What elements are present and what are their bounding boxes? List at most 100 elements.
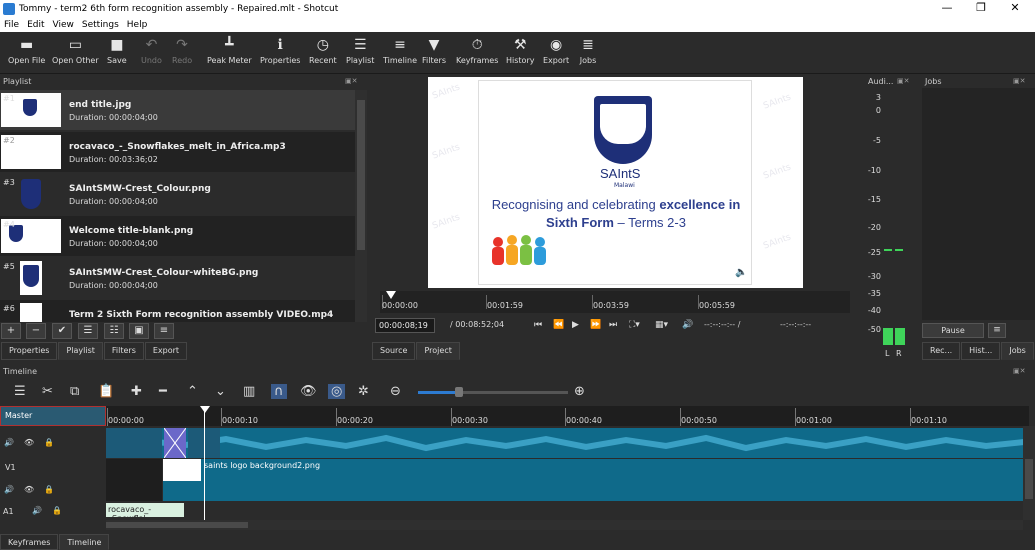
current-time-field[interactable]: 00:00:08;19	[375, 318, 435, 333]
details-view-icon[interactable]: ☰	[78, 323, 98, 339]
mute-icon[interactable]: 🔊	[32, 506, 42, 515]
recent-button[interactable]: ◷ Recent	[309, 36, 337, 65]
menu-view[interactable]: View	[49, 20, 78, 30]
open-other-button[interactable]: ▭ Open Other	[52, 36, 99, 65]
save-button[interactable]: ■ Save	[107, 36, 127, 65]
tab-filters[interactable]: Filters	[103, 342, 144, 360]
hide-icon[interactable]: 👁	[24, 485, 34, 494]
playlist-item[interactable]: #5 SAIntSMW-Crest_Colour-whiteBG.png Dur…	[0, 258, 355, 298]
timeline-menu-icon[interactable]: ☰	[14, 384, 26, 399]
playlist-item[interactable]: #1 end title.jpg Duration: 00:00:04;00	[0, 90, 355, 130]
peak-meter-button[interactable]: ┻ Peak Meter	[207, 36, 252, 65]
cut-icon[interactable]: ✂	[42, 384, 53, 399]
volume-icon[interactable]: 🔊	[682, 320, 693, 330]
timeline-playhead[interactable]	[204, 406, 205, 520]
mute-icon[interactable]: 🔊	[4, 485, 14, 494]
tab-properties[interactable]: Properties	[1, 342, 58, 360]
rewind-icon[interactable]: ⏪	[553, 320, 564, 330]
timeline-ruler[interactable]: 00:00:00 00:00:10 00:00:20 00:00:30 00:0…	[106, 406, 1029, 426]
playhead-icon[interactable]	[200, 406, 210, 413]
jobs-float-icon[interactable]: ▣✕	[1013, 77, 1025, 85]
menu-settings[interactable]: Settings	[78, 20, 123, 30]
playlist-button[interactable]: ☰ Playlist	[346, 36, 374, 65]
playlist-item[interactable]: #3 SAIntSMW-Crest_Colour.png Duration: 0…	[0, 174, 355, 214]
timeline-horizontal-scrollbar[interactable]	[106, 520, 1023, 530]
open-file-button[interactable]: ▬ Open File	[8, 36, 45, 65]
ripple-icon[interactable]: ◎	[328, 384, 346, 399]
history-button[interactable]: ⚒ History	[506, 36, 534, 65]
redo-button[interactable]: ↷ Redo	[172, 36, 192, 65]
icons-view-icon[interactable]: ▣	[129, 323, 149, 339]
minimize-icon[interactable]: —	[930, 0, 964, 17]
restore-icon[interactable]: ❐	[964, 0, 998, 17]
paste-icon[interactable]: 📋	[98, 384, 114, 399]
scrub-icon[interactable]: 👁	[300, 384, 317, 399]
zoom-out-icon[interactable]: ⊖	[390, 384, 401, 399]
playlist-item[interactable]: #6 Term 2 Sixth Form recognition assembl…	[0, 300, 355, 322]
export-button[interactable]: ◉ Export	[543, 36, 569, 65]
keyframes-button[interactable]: ⏱ Keyframes	[456, 36, 498, 65]
audio-float-icon[interactable]: ▣✕	[897, 77, 909, 85]
menu-file[interactable]: File	[0, 20, 23, 30]
timeline-tracks[interactable]: 00:00:00 00:00:10 00:00:20 00:00:30 00:0…	[106, 406, 1029, 520]
split-icon[interactable]: ▥	[243, 384, 255, 399]
properties-button[interactable]: ℹ Properties	[260, 36, 300, 65]
lift-icon[interactable]: ⌃	[187, 384, 198, 399]
grid-icon[interactable]: ▦▾	[655, 320, 668, 330]
tab-export[interactable]: Export	[144, 342, 188, 360]
hide-icon[interactable]: 👁	[24, 438, 34, 447]
remove-clip-icon[interactable]: ━	[159, 384, 167, 399]
playlist-item[interactable]: #4 Welcome title-blank.png Duration: 00:…	[0, 216, 355, 256]
video-clip[interactable]: saints logo background2.png	[163, 459, 1024, 501]
tab-recent[interactable]: Rec...	[922, 342, 961, 360]
tab-timeline[interactable]: Timeline	[59, 534, 110, 550]
playlist-float-icon[interactable]: ▣✕	[345, 77, 357, 85]
jobs-button[interactable]: ≣ Jobs	[579, 36, 597, 65]
lock-icon[interactable]: 🔒	[44, 438, 54, 447]
master-track-label[interactable]: Master	[0, 406, 106, 426]
ripple-all-icon[interactable]: ✲	[358, 384, 369, 399]
snap-icon[interactable]: ∩	[271, 384, 287, 399]
jobs-menu-icon[interactable]: ≡	[988, 323, 1006, 338]
tab-keyframes[interactable]: Keyframes	[0, 534, 59, 550]
audio-clip[interactable]: rocavaco_-_Snowflal	[106, 503, 184, 517]
append-icon[interactable]: ✚	[131, 384, 142, 399]
tab-source[interactable]: Source	[372, 342, 416, 360]
lock-icon[interactable]: 🔒	[52, 506, 62, 515]
lock-icon[interactable]: 🔒	[44, 485, 54, 494]
update-icon[interactable]: ✔	[52, 323, 72, 339]
skip-previous-icon[interactable]: ⏮	[534, 320, 542, 330]
add-icon[interactable]: +	[1, 323, 21, 339]
pause-button[interactable]: Pause	[922, 323, 984, 338]
timeline-button[interactable]: ≡ Timeline	[383, 36, 417, 65]
filters-button[interactable]: ▼ Filters	[422, 36, 446, 65]
tab-history[interactable]: Hist...	[961, 342, 1001, 360]
skip-next-icon[interactable]: ⏭	[609, 320, 617, 330]
tab-jobs[interactable]: Jobs	[1001, 342, 1034, 360]
playlist-scrollbar[interactable]	[355, 90, 367, 322]
timeline-float-icon[interactable]: ▣✕	[1013, 367, 1025, 375]
zoom-handle[interactable]	[455, 387, 463, 397]
play-icon[interactable]: ▶	[572, 320, 579, 330]
remove-icon[interactable]: −	[26, 323, 46, 339]
zoom-fit-icon[interactable]: ⛶▾	[629, 320, 640, 330]
menu-help[interactable]: Help	[123, 20, 152, 30]
copy-icon[interactable]: ⧉	[70, 384, 79, 399]
overwrite-icon[interactable]: ⌄	[215, 384, 226, 399]
viewer-scrub-bar[interactable]: 00:00:00 00:01:59 00:03:59 00:05:59	[380, 291, 850, 313]
tiles-view-icon[interactable]: ☷	[104, 323, 124, 339]
timeline-vertical-scrollbar[interactable]	[1023, 426, 1035, 520]
master-clip[interactable]	[106, 428, 162, 458]
playlist-item[interactable]: #2 rocavaco_-_Snowflakes_melt_in_Africa.…	[0, 132, 355, 172]
transition-clip[interactable]	[164, 428, 186, 458]
fast-forward-icon[interactable]: ⏩	[590, 320, 601, 330]
tab-playlist[interactable]: Playlist	[58, 342, 103, 360]
menu-edit[interactable]: Edit	[23, 20, 48, 30]
undo-button[interactable]: ↶ Undo	[141, 36, 162, 65]
tab-project[interactable]: Project	[416, 342, 460, 360]
playhead-icon[interactable]	[386, 291, 396, 299]
menu-icon[interactable]: ≡	[154, 323, 174, 339]
zoom-in-icon[interactable]: ⊕	[574, 384, 585, 399]
mute-icon[interactable]: 🔊	[4, 438, 14, 447]
close-icon[interactable]: ✕	[998, 0, 1032, 17]
